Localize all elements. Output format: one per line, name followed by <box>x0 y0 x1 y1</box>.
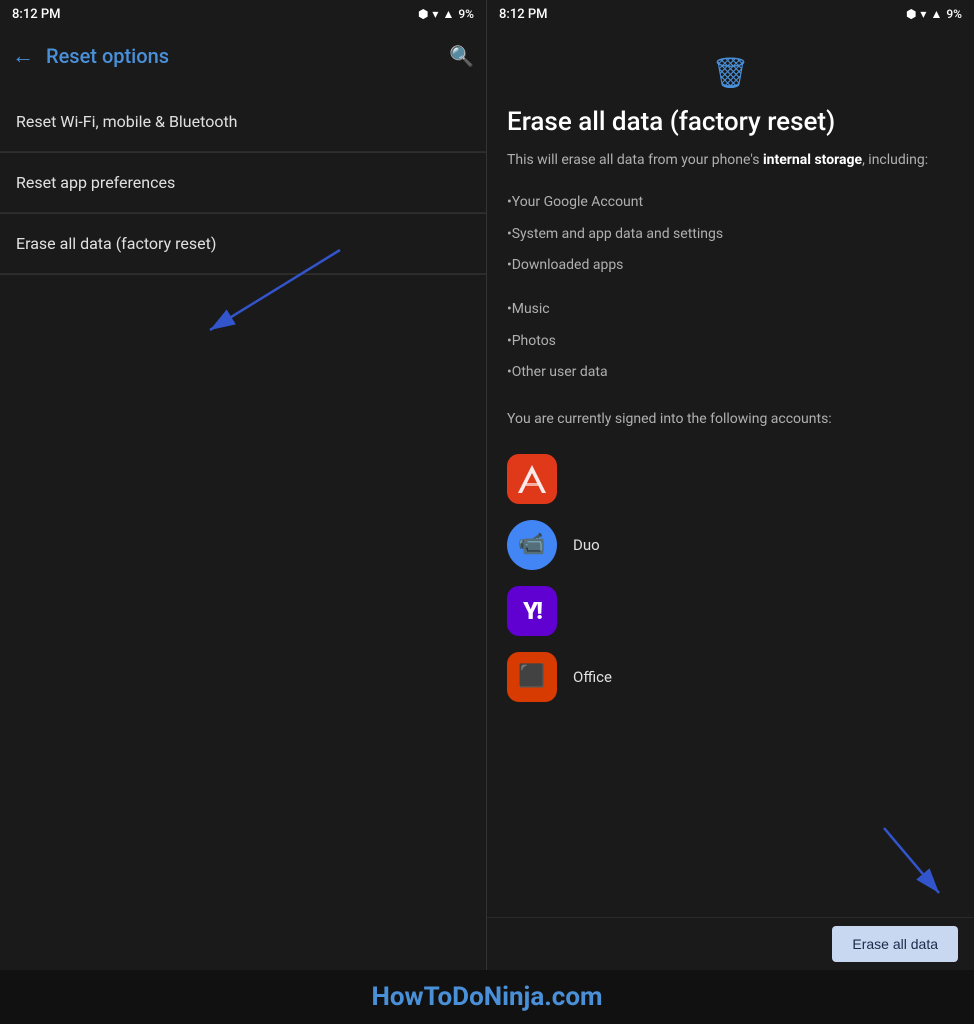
description-suffix: , including: <box>862 152 928 168</box>
menu-item-wifi[interactable]: Reset Wi-Fi, mobile & Bluetooth <box>0 92 486 152</box>
search-button[interactable]: 🔍 <box>449 44 474 68</box>
description-bold: internal storage <box>763 152 862 168</box>
bullet-item-5: •Other user data <box>507 357 954 389</box>
right-time: 8:12 PM <box>499 7 548 22</box>
right-status-bar: 8:12 PM ⬢ ▾ ▲ 9% <box>487 0 974 28</box>
erase-all-data-button[interactable]: Erase all data <box>832 926 958 962</box>
bullet-item-4: •Photos <box>507 326 954 358</box>
signal-icon: ▲ <box>442 7 454 21</box>
right-battery-text: 9% <box>946 7 962 21</box>
bluetooth-icon: ⬢ <box>418 7 428 21</box>
app-row-duo: 📹 Duo <box>507 512 954 578</box>
battery-text: 9% <box>458 7 474 21</box>
duo-label: Duo <box>573 536 600 554</box>
menu-item-wifi-label: Reset Wi-Fi, mobile & Bluetooth <box>16 112 237 131</box>
bullet-item-3: •Music <box>507 294 954 326</box>
bottom-bar: Erase all data <box>487 917 974 970</box>
bullet-item-0: •Your Google Account <box>507 187 954 219</box>
right-bluetooth-icon: ⬢ <box>906 7 916 21</box>
office-label: Office <box>573 668 612 686</box>
accounts-text: You are currently signed into the follow… <box>507 409 954 430</box>
right-content: 🗑 Erase all data (factory reset) This wi… <box>487 28 974 917</box>
menu-item-app-prefs[interactable]: Reset app preferences <box>0 153 486 213</box>
back-button[interactable]: ← <box>12 43 34 69</box>
right-screen: 8:12 PM ⬢ ▾ ▲ 9% 🗑 Erase all data (facto… <box>487 0 974 970</box>
office-icon: ⬛ <box>507 652 557 702</box>
app-row-adobe <box>507 446 954 512</box>
watermark-text: HowToDoNinja.com <box>371 982 602 1012</box>
left-toolbar: ← Reset options 🔍 <box>0 28 486 84</box>
app-row-office: ⬛ Office <box>507 644 954 710</box>
app-row-yahoo: Y! <box>507 578 954 644</box>
page-title: Reset options <box>46 44 437 68</box>
watermark: HowToDoNinja.com <box>0 970 974 1024</box>
bullet-item-2: •Downloaded apps <box>507 250 954 282</box>
erase-description: This will erase all data from your phone… <box>507 150 954 171</box>
trash-icon-container: 🗑 <box>507 44 954 107</box>
left-status-icons: ⬢ ▾ ▲ 9% <box>418 7 474 21</box>
description-normal: This will erase all data from your phone… <box>507 152 763 168</box>
left-screen: 8:12 PM ⬢ ▾ ▲ 9% ← Reset options 🔍 Reset… <box>0 0 487 970</box>
menu-item-factory-reset[interactable]: Erase all data (factory reset) <box>0 214 486 274</box>
adobe-icon <box>507 454 557 504</box>
left-time: 8:12 PM <box>12 7 61 22</box>
duo-icon: 📹 <box>507 520 557 570</box>
right-status-icons: ⬢ ▾ ▲ 9% <box>906 7 962 21</box>
left-status-bar: 8:12 PM ⬢ ▾ ▲ 9% <box>0 0 486 28</box>
menu-item-factory-reset-label: Erase all data (factory reset) <box>16 234 216 253</box>
yahoo-icon: Y! <box>507 586 557 636</box>
right-signal-icon: ▲ <box>930 7 942 21</box>
bullet-item-1: •System and app data and settings <box>507 219 954 251</box>
trash-icon: 🗑 <box>711 56 749 91</box>
menu-item-app-prefs-label: Reset app preferences <box>16 173 175 192</box>
menu-items-list: Reset Wi-Fi, mobile & Bluetooth Reset ap… <box>0 84 486 970</box>
right-wifi-icon: ▾ <box>920 7 926 21</box>
wifi-icon: ▾ <box>432 7 438 21</box>
erase-title: Erase all data (factory reset) <box>507 107 954 138</box>
